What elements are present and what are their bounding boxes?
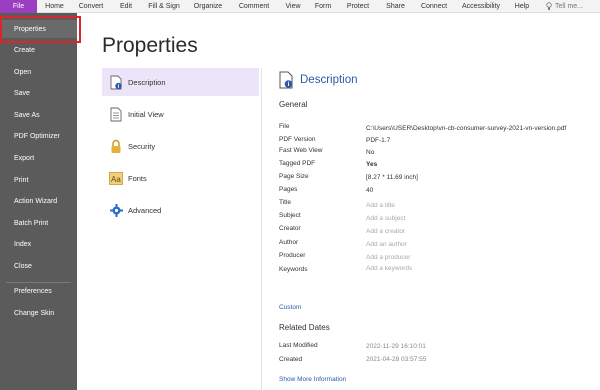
menu-share[interactable]: Share [378, 0, 413, 13]
sidebar-item-save-as[interactable]: Save As [0, 106, 77, 124]
menu-help[interactable]: Help [507, 0, 537, 13]
selection-highlight [0, 16, 81, 43]
sidebar-item-index[interactable]: Index [0, 235, 77, 253]
menu-accessibility[interactable]: Accessibility [455, 0, 507, 13]
prop-label-author: Author [279, 239, 299, 246]
file-sidebar: Properties Create Open Save Save As PDF … [0, 13, 77, 390]
category-security-label: Security [128, 141, 156, 151]
menu-organize[interactable]: Organize [186, 0, 230, 13]
prop-label-file: File [279, 123, 290, 130]
menu-bar: File Home Convert Edit Fill & Sign Organ… [0, 0, 600, 13]
document-info-icon [279, 71, 293, 89]
prop-value-pages: 40 [366, 187, 374, 194]
menu-connect[interactable]: Connect [413, 0, 455, 13]
category-advanced-label: Advanced [128, 205, 162, 215]
menu-file[interactable]: File [0, 0, 37, 13]
description-title: Description [300, 74, 358, 86]
general-section-label: General [279, 100, 308, 109]
prop-input-author[interactable]: Add an author [366, 241, 407, 248]
prop-label-tagged-pdf: Tagged PDF [279, 160, 316, 167]
category-fonts-label: Fonts [128, 173, 147, 183]
menu-fill-sign[interactable]: Fill & Sign [142, 0, 186, 13]
category-advanced[interactable]: Advanced [102, 196, 259, 224]
fonts-icon: Aa [109, 170, 123, 186]
page-title: Properties [102, 34, 198, 57]
prop-input-title[interactable]: Add a title [366, 202, 395, 209]
lightbulb-icon [546, 2, 552, 10]
prop-value-tagged-pdf: Yes [366, 161, 378, 168]
date-label-created: Created [279, 356, 303, 363]
tell-me-search[interactable]: Tell me... [546, 0, 583, 13]
menu-convert[interactable]: Convert [72, 0, 110, 13]
menu-protect[interactable]: Protect [338, 0, 378, 13]
category-description-label: Description [128, 77, 166, 87]
related-dates-label: Related Dates [279, 323, 330, 332]
panel-divider [261, 68, 262, 390]
prop-label-page-size: Page Size [279, 173, 309, 180]
sidebar-item-pdf-optimizer[interactable]: PDF Optimizer [0, 127, 77, 145]
prop-label-fast-web-view: Fast Web View [279, 147, 323, 154]
date-value-created: 2021-04-28 03:57:55 [366, 356, 427, 363]
svg-text:Aa: Aa [111, 175, 121, 184]
custom-link[interactable]: Custom [279, 304, 301, 311]
prop-label-subject: Subject [279, 212, 301, 219]
prop-value-pdf-version: PDF-1.7 [366, 137, 391, 144]
date-label-last-modified: Last Modified [279, 342, 318, 349]
category-initial-view[interactable]: Initial View [102, 100, 259, 128]
category-initial-view-label: Initial View [128, 109, 164, 119]
category-description[interactable]: Description [102, 68, 259, 96]
category-fonts[interactable]: Aa Fonts [102, 164, 259, 192]
sidebar-item-close[interactable]: Close [0, 257, 77, 275]
prop-input-creator[interactable]: Add a creator [366, 228, 405, 235]
sidebar-item-action-wizard[interactable]: Action Wizard [0, 192, 77, 210]
category-security[interactable]: Security [102, 132, 259, 160]
sidebar-item-open[interactable]: Open [0, 63, 77, 81]
date-value-last-modified: 2022-11-29 16:10:01 [366, 343, 426, 350]
menu-edit[interactable]: Edit [110, 0, 142, 13]
document-info-icon [109, 74, 123, 90]
show-more-info-link[interactable]: Show More Information [279, 376, 346, 383]
sidebar-item-print[interactable]: Print [0, 171, 77, 189]
sidebar-item-create[interactable]: Create [0, 41, 77, 59]
initial-view-icon [109, 106, 123, 122]
lock-icon [109, 138, 123, 154]
prop-label-title: Title [279, 199, 292, 206]
prop-label-pdf-version: PDF Version [279, 136, 316, 143]
sidebar-item-save[interactable]: Save [0, 84, 77, 102]
prop-label-pages: Pages [279, 186, 298, 193]
menu-view[interactable]: View [278, 0, 308, 13]
sidebar-item-batch-print[interactable]: Batch Print [0, 214, 77, 232]
sidebar-item-change-skin[interactable]: Change Skin [0, 304, 77, 322]
prop-input-keywords[interactable]: Add a keywords [366, 265, 412, 272]
menu-home[interactable]: Home [37, 0, 72, 13]
menu-comment[interactable]: Comment [230, 0, 278, 13]
description-header: Description [279, 71, 358, 89]
prop-label-producer: Producer [279, 252, 306, 259]
prop-input-producer[interactable]: Add a producer [366, 254, 410, 261]
prop-value-file: C:\Users\USER\Desktop\vn-cb-consumer-sur… [366, 125, 567, 132]
menu-form[interactable]: Form [308, 0, 338, 13]
prop-label-keywords: Keywords [279, 266, 308, 273]
prop-input-subject[interactable]: Add a subject [366, 215, 405, 222]
prop-value-page-size: [8.27 * 11.69 inch] [366, 174, 418, 181]
tell-me-label: Tell me... [555, 3, 584, 10]
sidebar-item-export[interactable]: Export [0, 149, 77, 167]
gear-icon [109, 202, 123, 218]
prop-label-creator: Creator [279, 225, 301, 232]
prop-value-fast-web-view: No [366, 149, 375, 156]
sidebar-item-preferences[interactable]: Preferences [0, 282, 77, 300]
